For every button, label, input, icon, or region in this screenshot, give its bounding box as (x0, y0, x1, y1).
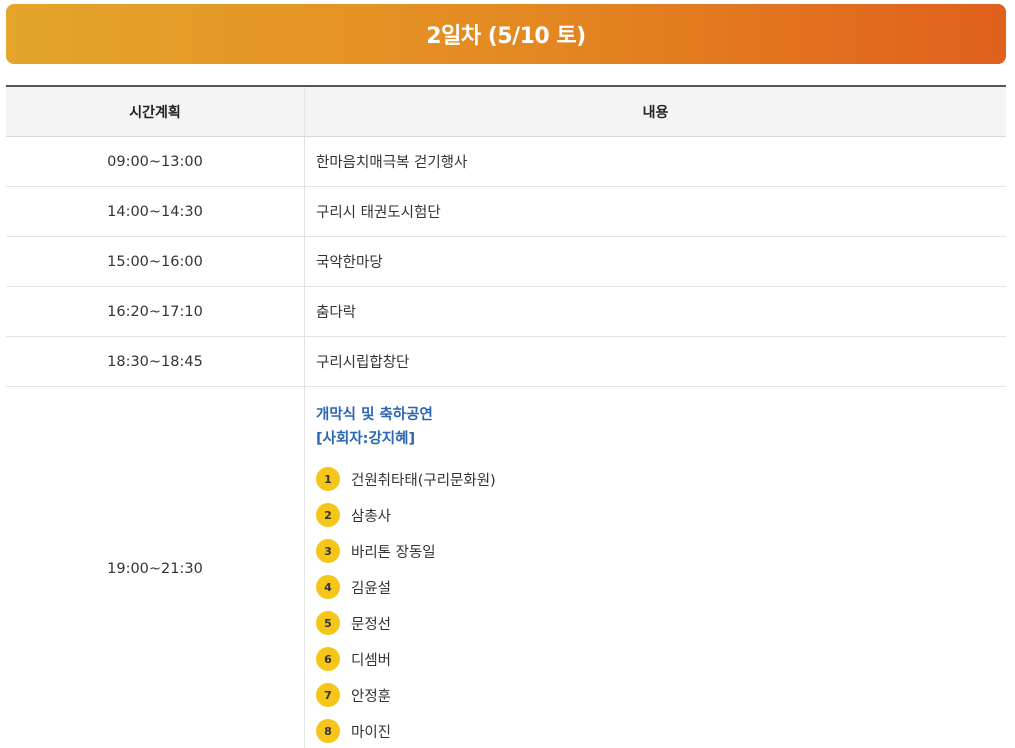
number-badge: 8 (316, 719, 340, 743)
table-header-row: 시간계획 내용 (6, 87, 1006, 137)
performer-item: 2 삼총사 (316, 497, 1006, 533)
performer-item: 7 안정훈 (316, 677, 1006, 713)
table-row: 14:00~14:30 구리시 태권도시험단 (6, 187, 1006, 237)
performer-name: 마이진 (351, 724, 392, 741)
performer-item: 4 김윤설 (316, 569, 1006, 605)
row-time: 14:00~14:30 (6, 187, 305, 236)
performer-name: 디셈버 (351, 652, 392, 669)
ceremony-host: [사회자:강지혜] (316, 431, 416, 447)
performer-list: 1 건원취타태(구리문화원) 2 삼총사 3 바리톤 장동일 4 김윤설 5 문… (316, 461, 1006, 748)
number-badge: 5 (316, 611, 340, 635)
number-badge: 4 (316, 575, 340, 599)
number-badge: 6 (316, 647, 340, 671)
number-badge: 7 (316, 683, 340, 707)
table-row: 16:20~17:10 춤다락 (6, 287, 1006, 337)
header-time: 시간계획 (6, 87, 305, 136)
number-badge: 2 (316, 503, 340, 527)
schedule-table: 시간계획 내용 09:00~13:00 한마음치매극복 걷기행사 14:00~1… (6, 85, 1006, 748)
table-row: 09:00~13:00 한마음치매극복 걷기행사 (6, 137, 1006, 187)
ceremony-title: 개막식 및 축하공연 (316, 407, 433, 423)
row-time: 15:00~16:00 (6, 237, 305, 286)
table-row: 15:00~16:00 국악한마당 (6, 237, 1006, 287)
row-content: 춤다락 (316, 305, 357, 321)
performer-item: 6 디셈버 (316, 641, 1006, 677)
day-title: 2일차 (5/10 토) (426, 24, 586, 49)
performer-name: 건원취타태(구리문화원) (351, 472, 496, 489)
ceremony-content: 개막식 및 축하공연 [사회자:강지혜] 1 건원취타태(구리문화원) 2 삼총… (305, 387, 1006, 748)
row-content: 한마음치매극복 걷기행사 (316, 155, 468, 171)
day-banner: 2일차 (5/10 토) (6, 4, 1006, 64)
performer-item: 1 건원취타태(구리문화원) (316, 461, 1006, 497)
number-badge: 1 (316, 467, 340, 491)
performer-name: 바리톤 장동일 (351, 544, 436, 561)
row-time: 09:00~13:00 (6, 137, 305, 186)
table-row: 18:30~18:45 구리시립합창단 (6, 337, 1006, 387)
performer-item: 3 바리톤 장동일 (316, 533, 1006, 569)
ceremony-time: 19:00~21:30 (6, 387, 305, 748)
ceremony-row: 19:00~21:30 개막식 및 축하공연 [사회자:강지혜] 1 건원취타태… (6, 387, 1006, 748)
performer-name: 안정훈 (351, 688, 392, 705)
performer-name: 문정선 (351, 616, 392, 633)
row-content: 구리시립합창단 (316, 355, 410, 371)
performer-name: 김윤설 (351, 580, 392, 597)
header-content: 내용 (642, 104, 669, 121)
performer-item: 8 마이진 (316, 713, 1006, 748)
row-content: 구리시 태권도시험단 (316, 205, 441, 221)
number-badge: 3 (316, 539, 340, 563)
row-time: 18:30~18:45 (6, 337, 305, 386)
performer-name: 삼총사 (351, 508, 392, 525)
row-content: 국악한마당 (316, 255, 383, 271)
performer-item: 5 문정선 (316, 605, 1006, 641)
row-time: 16:20~17:10 (6, 287, 305, 336)
